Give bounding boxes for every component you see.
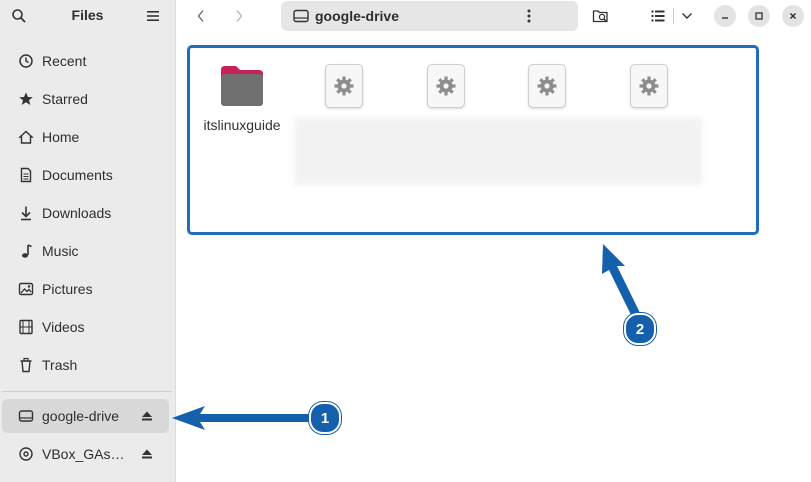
arrow-2: [602, 244, 642, 321]
annotation-arrows: [172, 244, 642, 430]
annotation-badge-2: 2: [624, 313, 656, 345]
arrow-1: [172, 406, 312, 430]
annotation-badge-1: 1: [309, 402, 341, 434]
